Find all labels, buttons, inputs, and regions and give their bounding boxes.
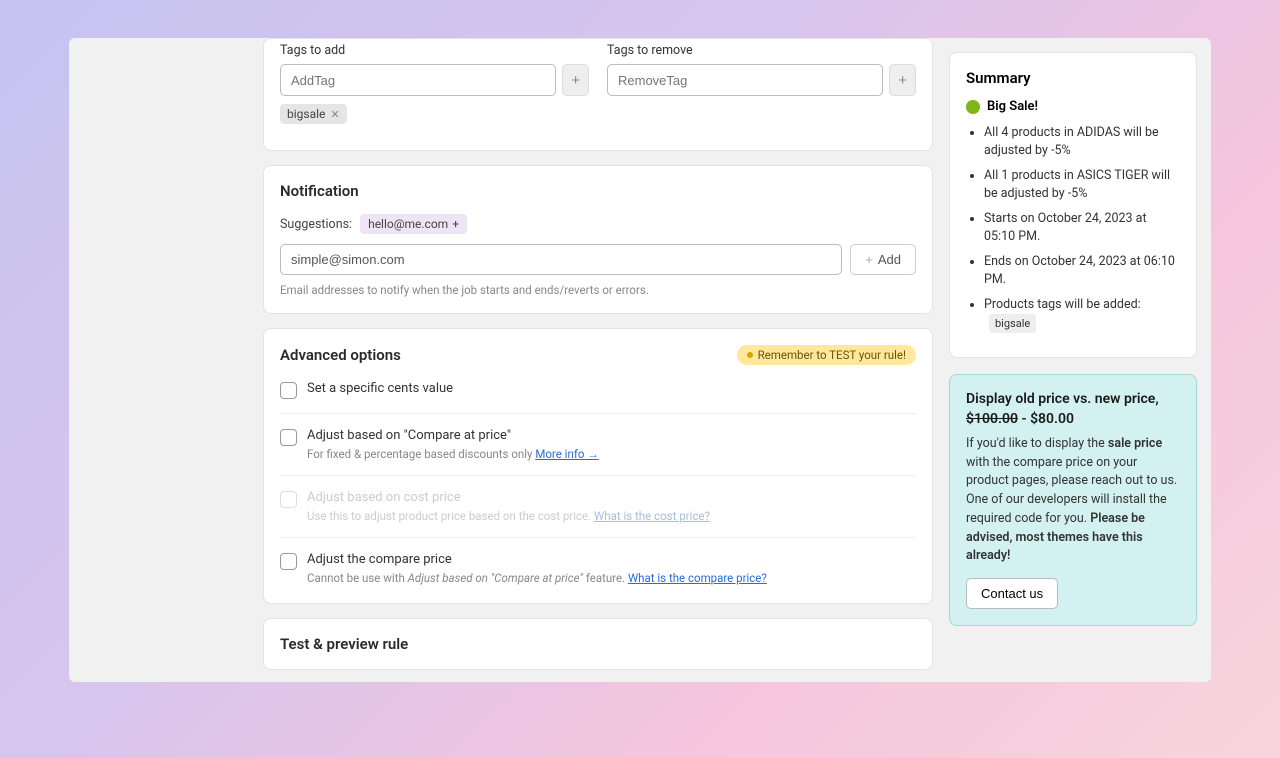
tags-card: Tags to add + bigsale ✕ Tags to remove + (263, 38, 933, 151)
promo-title: Display old price vs. new price, (966, 391, 1180, 407)
tags-add-plus-button[interactable]: + (562, 64, 589, 96)
tags-add-label: Tags to add (280, 43, 589, 58)
summary-item: All 4 products in ADIDAS will be adjuste… (984, 124, 1180, 159)
advanced-card: Advanced options Remember to TEST your r… (263, 328, 933, 604)
checkbox-compare[interactable] (280, 429, 297, 446)
test-preview-card: Test & preview rule (263, 618, 933, 670)
suggestion-pill[interactable]: hello@me.com + (360, 214, 467, 234)
test-reminder-badge: Remember to TEST your rule! (737, 345, 916, 365)
tags-remove-label: Tags to remove (607, 43, 916, 58)
summary-title: Summary (966, 69, 1180, 87)
summary-card: Summary Big Sale! All 4 products in ADID… (949, 52, 1197, 358)
summary-item: Ends on October 24, 2023 at 06:10 PM. (984, 253, 1180, 288)
option-cents-value: Set a specific cents value (280, 379, 916, 414)
summary-list: All 4 products in ADIDAS will be adjuste… (966, 124, 1180, 333)
existing-tag-pill: bigsale ✕ (280, 104, 347, 124)
tags-remove-plus-button[interactable]: + (889, 64, 916, 96)
status-dot-icon (966, 100, 980, 114)
option-adjust-compare: Adjust the compare price Cannot be use w… (280, 538, 916, 599)
checkbox-cents[interactable] (280, 382, 297, 399)
notification-title: Notification (280, 182, 916, 200)
suggestions-label: Suggestions: (280, 217, 352, 232)
cost-price-link[interactable]: What is the cost price? (594, 509, 710, 523)
notification-email-input[interactable] (280, 244, 842, 275)
test-preview-title: Test & preview rule (280, 635, 916, 653)
warning-dot-icon (747, 352, 753, 358)
rule-name: Big Sale! (987, 99, 1038, 114)
promo-card: Display old price vs. new price, $100.00… (949, 374, 1197, 626)
summary-item: Starts on October 24, 2023 at 05:10 PM. (984, 210, 1180, 245)
plus-icon: + (452, 217, 459, 231)
remove-tag-icon[interactable]: ✕ (330, 108, 339, 121)
summary-item: All 1 products in ASICS TIGER will be ad… (984, 167, 1180, 202)
notification-helper: Email addresses to notify when the job s… (280, 283, 916, 297)
notification-card: Notification Suggestions: hello@me.com +… (263, 165, 933, 314)
summary-item: Products tags will be added:bigsale (984, 296, 1180, 333)
option-cost-price: Adjust based on cost price Use this to a… (280, 476, 916, 538)
advanced-title: Advanced options (280, 346, 401, 364)
plus-icon: + (865, 252, 873, 267)
promo-body: If you'd like to display the sale price … (966, 435, 1180, 566)
summary-tag: bigsale (989, 314, 1036, 333)
price-comparison: $100.00 - $80.00 (966, 411, 1180, 427)
tags-remove-input[interactable] (607, 64, 883, 96)
tags-add-input[interactable] (280, 64, 556, 96)
checkbox-adjust-compare[interactable] (280, 553, 297, 570)
notification-add-button[interactable]: + Add (850, 244, 916, 275)
more-info-link[interactable]: More info → (535, 447, 598, 461)
compare-price-link[interactable]: What is the compare price? (628, 571, 767, 585)
option-compare-price: Adjust based on "Compare at price" For f… (280, 414, 916, 476)
checkbox-cost (280, 491, 297, 508)
contact-us-button[interactable]: Contact us (966, 578, 1058, 609)
